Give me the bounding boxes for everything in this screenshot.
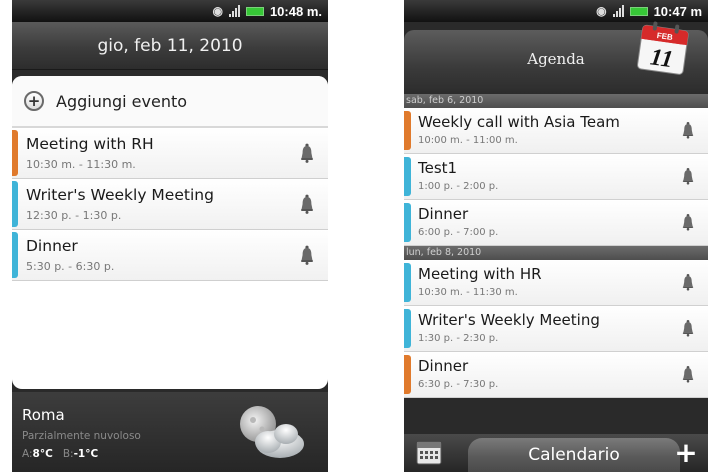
agenda-event-row[interactable]: Weekly call with Asia Team 10:00 m. - 11:… [404,108,708,154]
event-title: Meeting with RH [26,135,154,153]
date-separator: lun, feb 8, 2010 [404,246,708,260]
event-time: 5:30 p. - 6:30 p. [26,260,115,273]
status-bar: ◉ 10:48 m. [12,0,328,22]
bell-icon[interactable] [682,121,694,139]
event-time: 10:00 m. - 11:00 m. [418,135,518,146]
agenda-event-row[interactable]: Writer's Weekly Meeting 1:30 p. - 2:30 p. [404,306,708,352]
event-time: 10:30 m. - 11:30 m. [26,158,136,171]
agenda-header: Agenda FEB 11 [404,21,708,94]
event-color-bar [12,181,18,227]
event-color-bar [12,232,18,278]
date-header[interactable]: gio, feb 11, 2010 [12,22,328,70]
event-title: Meeting with HR [418,265,542,283]
event-title: Test1 [418,159,458,177]
event-color-bar [12,130,18,176]
agenda-screen: ◉ 10:47 m Agenda FEB 11 sab, feb 6, 2010… [404,0,708,472]
event-title: Writer's Weekly Meeting [26,186,214,204]
month-view-icon[interactable] [414,438,444,468]
agenda-list: sab, feb 6, 2010 Weekly call with Asia Te… [404,94,708,398]
weather-temps: A:8°C B:-1°C [22,448,98,460]
event-time: 6:30 p. - 7:30 p. [418,379,499,390]
signal-icon [228,5,240,17]
weather-city: Roma [22,406,65,424]
add-event-plus-button[interactable]: + [672,436,700,470]
event-color-bar [404,355,411,394]
event-time: 6:00 p. - 7:00 p. [418,227,499,238]
event-title: Dinner [26,237,78,255]
bell-icon[interactable] [300,245,314,265]
signal-icon [612,5,624,17]
event-time: 10:30 m. - 11:30 m. [418,287,518,298]
event-time: 1:30 p. - 2:30 p. [418,333,499,344]
weather-widget[interactable]: Roma Parzialmente nuvoloso A:8°C B:-1°C [12,392,328,472]
bell-icon[interactable] [682,213,694,231]
battery-icon [629,6,648,16]
bell-icon[interactable] [682,167,694,185]
bell-icon[interactable] [300,143,314,163]
calendar-date-icon[interactable]: FEB 11 [634,20,694,78]
status-bar: ◉ 10:47 m [404,0,708,22]
event-row[interactable]: Writer's Weekly Meeting 12:30 p. - 1:30 p… [12,179,328,230]
bell-icon[interactable] [682,273,694,291]
status-time: 10:48 m. [269,3,322,19]
high-temp: 8°C [32,448,53,460]
bell-icon[interactable] [300,194,314,214]
event-row[interactable]: Meeting with RH 10:30 m. - 11:30 m. [12,128,328,179]
bell-icon[interactable] [682,319,694,337]
event-color-bar [404,263,411,302]
bottom-bar: Calendario + [404,434,708,472]
status-time: 10:47 m [653,3,702,19]
event-time: 12:30 p. - 1:30 p. [26,209,122,222]
event-color-bar [404,111,411,150]
agenda-event-row[interactable]: Meeting with HR 10:30 m. - 11:30 m. [404,260,708,306]
partly-cloudy-night-icon [240,406,304,458]
calendar-day: 11 [649,44,675,73]
add-event-label: Aggiungi evento [56,91,188,111]
event-color-bar [404,157,411,196]
wifi-icon: ◉ [212,4,223,18]
battery-icon [245,6,264,16]
plus-circle-icon: + [24,91,44,111]
wifi-icon: ◉ [596,4,607,18]
agenda-event-row[interactable]: Test1 1:00 p. - 2:00 p. [404,154,708,200]
event-title: Dinner [418,357,469,375]
weather-condition: Parzialmente nuvoloso [22,430,141,442]
event-title: Writer's Weekly Meeting [418,311,600,329]
high-label: A: [22,448,33,460]
add-event-button[interactable]: + Aggiungi evento [12,76,328,128]
tab-calendario[interactable]: Calendario [468,438,680,472]
agenda-event-row[interactable]: Dinner 6:00 p. - 7:00 p. [404,200,708,246]
event-time: 1:00 p. - 2:00 p. [418,181,499,192]
low-temp: -1°C [73,448,99,460]
events-card: + Aggiungi evento Meeting with RH 10:30 m… [12,76,328,389]
low-label: B: [62,448,74,460]
event-color-bar [404,309,411,348]
day-view-screen: ◉ 10:48 m. gio, feb 11, 2010 + Aggiungi … [12,0,328,472]
date-separator: sab, feb 6, 2010 [404,94,708,108]
event-list: Meeting with RH 10:30 m. - 11:30 m. Writer… [12,128,328,281]
bell-icon[interactable] [682,365,694,383]
event-row[interactable]: Dinner 5:30 p. - 6:30 p. [12,230,328,281]
event-color-bar [404,203,411,242]
event-title: Dinner [418,205,469,223]
event-title: Weekly call with Asia Team [418,113,620,131]
agenda-event-row[interactable]: Dinner 6:30 p. - 7:30 p. [404,352,708,398]
